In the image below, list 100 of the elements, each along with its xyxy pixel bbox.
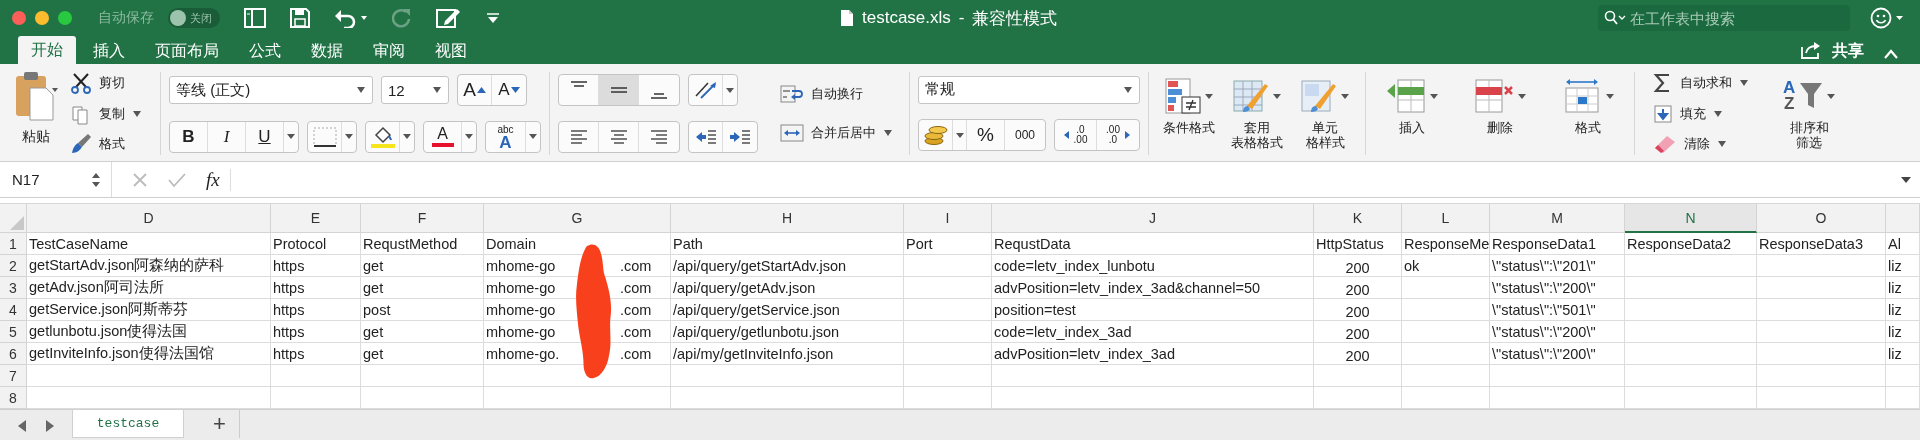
ribbon-tab[interactable]: 插入 xyxy=(80,38,138,64)
ribbon-tab[interactable]: 页面布局 xyxy=(142,38,232,64)
accounting-dropdown[interactable] xyxy=(953,120,967,151)
column-header[interactable]: H xyxy=(671,204,904,233)
table-cell: Port xyxy=(904,233,992,255)
italic-button[interactable]: I xyxy=(208,121,246,152)
name-box[interactable]: N17 xyxy=(0,162,112,197)
previous-sheet-icon[interactable] xyxy=(16,419,28,433)
share-button[interactable]: 共享 xyxy=(1832,38,1864,64)
font-name-dropdown[interactable]: 等线 (正文) xyxy=(169,76,373,105)
row-header[interactable]: 5 xyxy=(0,321,27,343)
document-icon xyxy=(840,9,854,27)
wrap-text-button[interactable]: 自动换行 xyxy=(780,80,893,107)
row-header[interactable]: 2 xyxy=(0,255,27,277)
column-header[interactable]: N xyxy=(1625,204,1757,233)
row-header[interactable]: 3 xyxy=(0,277,27,299)
caret-icon xyxy=(432,87,442,94)
column-header[interactable]: J xyxy=(992,204,1314,233)
insert-cells-button[interactable]: 插入 xyxy=(1380,70,1444,157)
comma-style-button[interactable]: 000 xyxy=(1005,120,1045,151)
column-header[interactable]: O xyxy=(1757,204,1886,233)
save-icon[interactable] xyxy=(290,8,310,28)
ribbon-tab[interactable]: 审阅 xyxy=(360,38,418,64)
column-header[interactable]: M xyxy=(1490,204,1625,233)
table-cell: 200 xyxy=(1314,299,1402,321)
underline-button[interactable]: U xyxy=(246,121,284,152)
autosum-button[interactable]: 自动求和 xyxy=(1653,70,1749,96)
percent-style-button[interactable]: % xyxy=(967,120,1005,151)
conditional-formatting-button[interactable]: 条件格式 xyxy=(1157,70,1221,157)
increase-font-size-button[interactable]: A xyxy=(458,75,492,106)
table-cell: Al xyxy=(1886,233,1920,255)
ribbon-tab[interactable]: 开始 xyxy=(18,36,76,64)
row-header[interactable]: 8 xyxy=(0,387,27,409)
fill-button[interactable]: 填充 xyxy=(1653,100,1749,127)
column-header[interactable]: E xyxy=(271,204,361,233)
row-header[interactable]: 7 xyxy=(0,365,27,387)
coins-icon xyxy=(922,124,949,147)
fill-down-icon xyxy=(1653,103,1673,124)
clear-button[interactable]: 清除 xyxy=(1653,131,1749,157)
delete-cells-button[interactable]: 删除 xyxy=(1468,70,1532,157)
format-painter-button[interactable]: 格式 xyxy=(70,131,142,157)
table-cell: RequstData xyxy=(992,233,1314,255)
sheet-tab[interactable]: testcase xyxy=(72,410,184,438)
font-size-dropdown[interactable]: 12 xyxy=(381,76,449,105)
undo-icon[interactable] xyxy=(334,8,368,28)
increase-decimal-button[interactable]: .0 .00 xyxy=(1055,120,1097,151)
add-sheet-button[interactable]: + xyxy=(200,410,240,438)
align-middle-button[interactable] xyxy=(599,75,639,106)
customize-menu-icon[interactable] xyxy=(486,12,500,24)
table-cell: Protocol xyxy=(271,233,361,255)
row-header[interactable]: 1 xyxy=(0,233,27,255)
checkmark-icon[interactable] xyxy=(168,171,186,188)
minimize-button[interactable] xyxy=(35,11,49,25)
search-field[interactable]: 在工作表中搜索 xyxy=(1598,5,1850,31)
table-cell: liz xyxy=(1886,277,1920,299)
caret-icon xyxy=(1713,110,1723,117)
column-header[interactable]: G xyxy=(484,204,671,233)
next-sheet-icon[interactable] xyxy=(44,419,56,433)
table-cell: TestCaseName xyxy=(27,233,271,255)
edit-form-icon[interactable] xyxy=(436,7,462,29)
ribbon-tab[interactable]: 视图 xyxy=(422,38,480,64)
paste-button[interactable]: 粘贴 xyxy=(10,70,64,157)
sort-filter-button[interactable]: A Z 排序和 筛选 xyxy=(1777,70,1842,157)
corner-triangle-icon xyxy=(10,216,24,230)
format-cells-button[interactable]: 格式 xyxy=(1556,70,1620,157)
bold-button[interactable]: B xyxy=(170,121,208,152)
row-header[interactable]: 6 xyxy=(0,343,27,365)
cut-button[interactable]: 剪切 xyxy=(70,70,142,96)
column-header[interactable]: D xyxy=(27,204,271,233)
decrease-font-size-button[interactable]: A xyxy=(492,75,526,106)
format-as-table-button[interactable]: 套用 表格格式 xyxy=(1225,70,1289,157)
table-cell: liz xyxy=(1886,255,1920,277)
column-header[interactable]: I xyxy=(904,204,992,233)
column-header[interactable]: F xyxy=(361,204,484,233)
zoom-button[interactable] xyxy=(58,11,72,25)
table-cell: /api/query/getlunbotu.json xyxy=(671,321,904,343)
cell-styles-button[interactable]: 单元 格样式 xyxy=(1293,70,1357,157)
caret-icon xyxy=(529,134,537,140)
column-header[interactable]: K xyxy=(1314,204,1402,233)
insert-function-button[interactable]: fx xyxy=(206,168,231,191)
copy-button[interactable]: 复制 xyxy=(70,100,142,127)
share-icon[interactable] xyxy=(1800,41,1822,59)
autosave-toggle[interactable]: 关闭 xyxy=(168,8,220,28)
decrease-decimal-button[interactable]: .00 .0 xyxy=(1097,120,1139,151)
column-header[interactable]: L xyxy=(1402,204,1490,233)
feedback-smiley-icon[interactable] xyxy=(1870,7,1906,29)
insert-row-icon xyxy=(1386,78,1426,114)
caret-icon xyxy=(1717,141,1727,147)
ribbon-tab[interactable]: 数据 xyxy=(298,38,356,64)
merge-center-button[interactable]: 合并后居中 xyxy=(780,120,893,147)
table-cell: ResponseData3 xyxy=(1757,233,1886,255)
sidebar-icon[interactable] xyxy=(244,8,266,28)
expand-formula-bar-icon[interactable] xyxy=(1900,175,1912,184)
ribbon-tab[interactable]: 公式 xyxy=(236,38,294,64)
table-cell: liz xyxy=(1886,321,1920,343)
number-format-dropdown[interactable]: 常规 xyxy=(918,75,1140,104)
table-cell: https xyxy=(271,277,361,299)
row-header[interactable]: 4 xyxy=(0,299,27,321)
autosave-label: 自动保存 xyxy=(98,9,154,27)
collapse-ribbon-icon[interactable] xyxy=(1884,49,1898,59)
